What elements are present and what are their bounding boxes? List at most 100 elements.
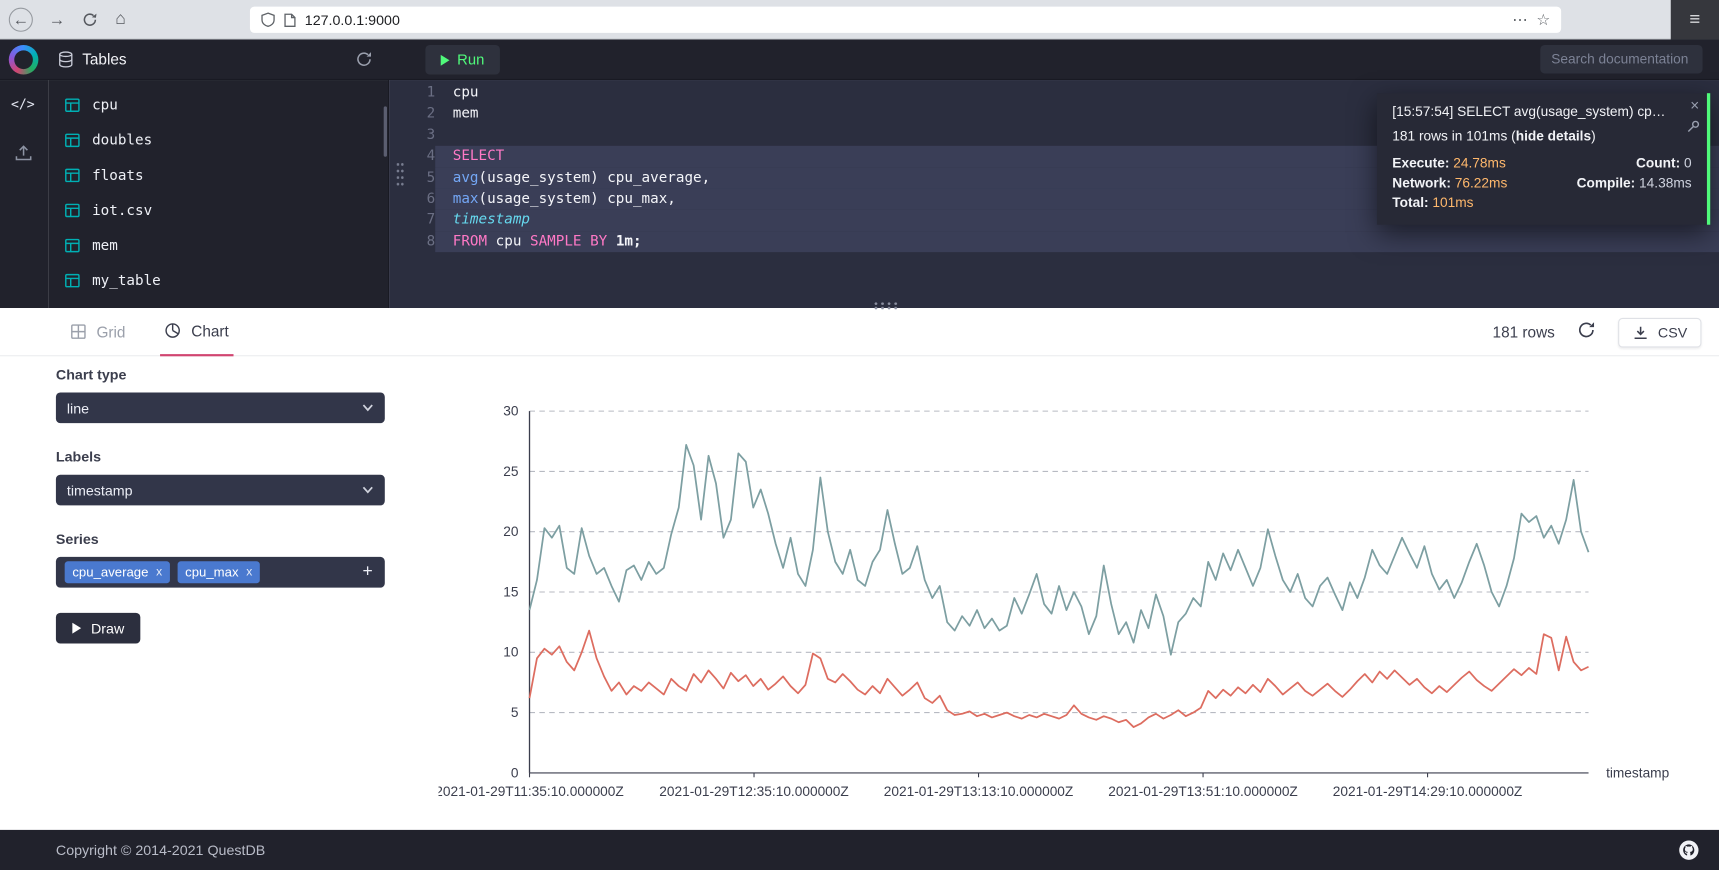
download-icon <box>1633 324 1649 340</box>
series-chip[interactable]: cpu_average x <box>65 561 170 583</box>
svg-text:10: 10 <box>503 645 519 660</box>
labels-value: timestamp <box>67 482 133 498</box>
svg-text:25: 25 <box>503 464 519 479</box>
refresh-tables-button[interactable] <box>355 50 373 73</box>
splitter-drag-handle-icon[interactable] <box>873 301 899 310</box>
play-icon <box>72 623 81 634</box>
detail-right <box>1577 195 1692 210</box>
panel-drag-handle-icon[interactable] <box>396 161 405 187</box>
tab-grid[interactable]: Grid <box>66 308 130 356</box>
close-icon[interactable]: × <box>1690 96 1699 114</box>
database-icon <box>57 50 75 74</box>
svg-text:2021-01-29T13:13:10.000000Z: 2021-01-29T13:13:10.000000Z <box>884 784 1073 799</box>
table-row[interactable]: floats <box>48 158 388 193</box>
table-name: doubles <box>92 132 152 148</box>
line-number: 6 <box>389 189 435 210</box>
download-csv-button[interactable]: CSV <box>1618 317 1701 347</box>
hide-details-link[interactable]: hide details <box>1516 128 1591 143</box>
chart-config-panel: Chart type line Labels timestamp Series … <box>56 366 385 643</box>
table-icon <box>65 238 80 253</box>
left-icon-rail: </> <box>0 80 48 308</box>
series-input[interactable]: cpu_averagexcpu_maxx + <box>56 557 385 588</box>
table-row[interactable]: my_table <box>48 263 388 298</box>
tables-scrollbar[interactable] <box>384 106 387 156</box>
browser-menu-button[interactable]: ≡ <box>1671 0 1719 39</box>
tables-panel: cpu doubles floats iot.csv mem my_table <box>48 80 389 308</box>
run-query-button[interactable]: Run <box>425 45 499 75</box>
url-text[interactable]: 127.0.0.1:9000 <box>305 12 400 28</box>
browser-back-button[interactable]: ← <box>9 8 33 32</box>
detail-left: Execute: 24.78ms <box>1392 156 1576 171</box>
results-actions: 181 rows CSV <box>1493 308 1702 356</box>
summary-suffix: ) <box>1591 128 1596 143</box>
overflow-menu-icon[interactable]: ⋯ <box>1512 10 1527 29</box>
copyright-text: Copyright © 2014-2021 QuestDB <box>56 842 265 858</box>
table-name: iot.csv <box>92 202 152 218</box>
table-name: floats <box>92 167 143 183</box>
detail-left: Network: 76.22ms <box>1392 175 1576 190</box>
chart-area: 0510152025302021-01-29T11:35:10.000000Z2… <box>439 389 1711 813</box>
table-icon <box>65 98 80 113</box>
labels-label: Labels <box>56 448 385 464</box>
csv-label: CSV <box>1658 324 1687 340</box>
questdb-logo[interactable] <box>9 45 39 75</box>
draw-button[interactable]: Draw <box>56 613 141 644</box>
remove-chip-icon[interactable]: x <box>246 566 252 579</box>
refresh-results-button[interactable] <box>1577 320 1597 345</box>
labels-dropdown[interactable]: timestamp <box>56 475 385 506</box>
table-name: my_table <box>92 272 161 288</box>
svg-text:2021-01-29T12:35:10.000000Z: 2021-01-29T12:35:10.000000Z <box>659 784 849 799</box>
search-documentation-input[interactable] <box>1540 45 1702 74</box>
line-number: 1 <box>389 82 435 103</box>
chart-type-label: Chart type <box>56 366 385 382</box>
series-chip-label: cpu_average <box>72 565 148 580</box>
app-topbar: Tables Run <box>0 39 1719 80</box>
run-label: Run <box>457 52 484 68</box>
pie-chart-icon <box>165 322 181 338</box>
svg-text:0: 0 <box>511 765 519 780</box>
add-series-button[interactable]: + <box>362 562 376 582</box>
tab-chart-label: Chart <box>191 322 229 340</box>
notification-summary: 181 rows in 101ms (hide details) <box>1392 128 1691 143</box>
detail-right: Count: 0 <box>1577 156 1692 171</box>
table-row[interactable]: doubles <box>48 123 388 158</box>
table-name: cpu <box>92 97 118 113</box>
pin-icon[interactable] <box>1686 119 1700 137</box>
address-bar[interactable]: 127.0.0.1:9000 ⋯ ☆ <box>250 7 1561 33</box>
detail-left: Total: 101ms <box>1392 195 1576 210</box>
console-code-icon[interactable]: </> <box>11 96 35 111</box>
remove-chip-icon[interactable]: x <box>156 566 162 579</box>
browser-reload-button[interactable] <box>77 7 103 33</box>
chart-type-dropdown[interactable]: line <box>56 392 385 423</box>
series-label: Series <box>56 531 385 547</box>
table-row[interactable]: iot.csv <box>48 193 388 228</box>
table-row[interactable]: mem <box>48 228 388 263</box>
svg-text:timestamp: timestamp <box>1606 765 1670 780</box>
chart-type-value: line <box>67 400 89 416</box>
shield-icon[interactable] <box>261 12 275 27</box>
line-chart: 0510152025302021-01-29T11:35:10.000000Z2… <box>439 389 1711 808</box>
series-chip[interactable]: cpu_maxx <box>177 561 259 583</box>
import-upload-icon[interactable] <box>14 144 33 168</box>
browser-forward-button[interactable]: → <box>44 7 70 33</box>
table-icon <box>65 273 80 288</box>
table-icon <box>65 133 80 148</box>
bookmark-star-icon[interactable]: ☆ <box>1536 10 1550 29</box>
results-tabs-row: Grid Chart 181 rows CSV <box>0 308 1719 356</box>
github-icon[interactable] <box>1678 840 1699 866</box>
app-footer: Copyright © 2014-2021 QuestDB <box>0 830 1719 870</box>
notification-title: [15:57:54] SELECT avg(usage_system) cpu_… <box>1392 104 1673 119</box>
table-name: mem <box>92 237 118 253</box>
series-chips: cpu_averagexcpu_maxx <box>65 561 260 583</box>
page-icon[interactable] <box>284 13 296 27</box>
editor-line[interactable]: 8FROM cpu SAMPLE BY 1m; <box>389 231 1719 252</box>
tab-chart[interactable]: Chart <box>161 308 234 356</box>
table-row[interactable]: cpu <box>48 88 388 123</box>
table-icon <box>65 203 80 218</box>
line-number: 7 <box>389 210 435 231</box>
tab-grid-label: Grid <box>96 323 125 341</box>
tables-panel-title: Tables <box>82 50 126 68</box>
svg-text:20: 20 <box>503 524 519 539</box>
line-number: 2 <box>389 103 435 124</box>
browser-home-button[interactable]: ⌂ <box>107 7 133 33</box>
